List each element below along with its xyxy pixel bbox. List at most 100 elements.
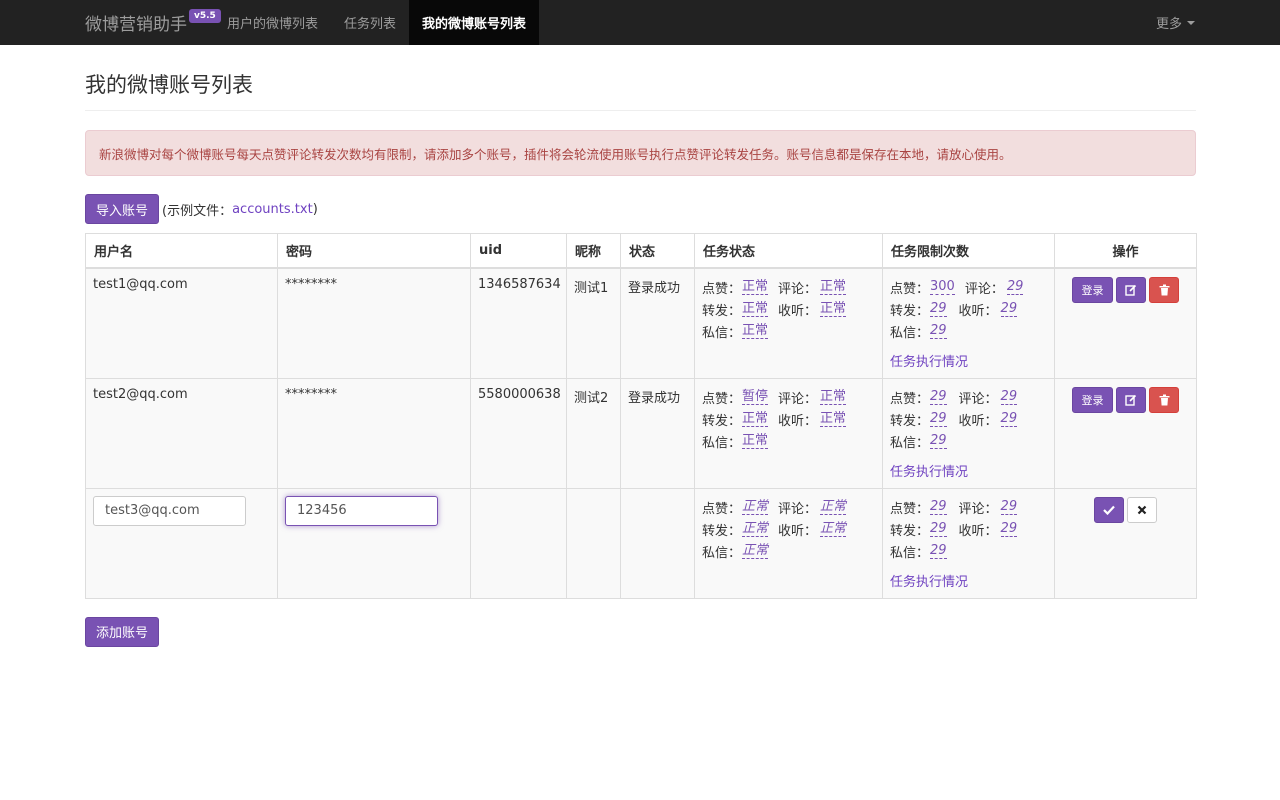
nav-item-task-list[interactable]: 任务列表 [331, 0, 409, 45]
nav-item-user-weibo-list[interactable]: 用户的微博列表 [214, 0, 331, 45]
listen-label: 收听： [778, 414, 818, 429]
message-status-value[interactable]: 正常 [742, 544, 769, 559]
limit-line: 转发： 29 收听： 29 [890, 299, 1047, 321]
limit-line: 私信： 29 [890, 541, 1047, 563]
listen-status-value[interactable]: 正常 [820, 302, 847, 317]
task-execution-link[interactable]: 任务执行情况 [890, 571, 1047, 590]
comment-limit-value[interactable]: 29 [1000, 390, 1018, 405]
cell-password: ******** [277, 267, 471, 379]
nav-item-my-accounts[interactable]: 我的微博账号列表 [409, 0, 540, 45]
like-limit-value[interactable]: 29 [930, 500, 947, 515]
nav-items: 用户的微博列表 任务列表 我的微博账号列表 [214, 0, 540, 45]
comment-label: 评论： [958, 392, 998, 407]
message-status-value[interactable]: 正常 [742, 324, 769, 339]
check-icon [1103, 505, 1115, 515]
example-suffix: ) [312, 201, 318, 217]
nav-more-label: 更多 [1155, 17, 1182, 32]
comment-limit-value[interactable]: 29 [1006, 280, 1024, 295]
comment-label: 评论： [958, 502, 998, 517]
listen-limit-value[interactable]: 29 [1000, 302, 1018, 317]
repost-label: 转发： [890, 414, 930, 429]
caret-down-icon [1187, 20, 1195, 25]
message-label: 私信： [890, 326, 930, 341]
like-status-value[interactable]: 正常 [742, 280, 769, 295]
navbar: 微博营销助手 v5.5 用户的微博列表 任务列表 我的微博账号列表 更多 [0, 0, 1280, 45]
cell-task-limits: 点赞： 29 评论： 29 转发： 29 收听： 29 私信： 29 任务执行情… [882, 377, 1055, 489]
import-accounts-button[interactable]: 导入账号 [85, 194, 160, 224]
brand-title[interactable]: 微博营销助手 [85, 10, 187, 35]
action-buttons: 登录 [1062, 276, 1189, 303]
cell-task-status: 点赞： 正常 评论： 正常 转发： 正常 收听： 正常 私信： 正常 [694, 487, 883, 599]
example-prefix: (示例文件： [162, 203, 233, 219]
listen-label: 收听： [778, 304, 818, 319]
comment-status-value[interactable]: 正常 [820, 390, 847, 405]
repost-status-value[interactable]: 正常 [742, 412, 769, 427]
listen-limit-value[interactable]: 29 [1000, 522, 1018, 537]
like-label: 点赞： [890, 392, 930, 407]
repost-limit-value[interactable]: 29 [930, 412, 947, 427]
task-status-line: 私信： 正常 [702, 321, 875, 343]
page-title: 我的微博账号列表 [85, 45, 1196, 111]
task-status-line: 点赞： 正常 评论： 正常 [702, 277, 875, 299]
comment-status-value[interactable]: 正常 [820, 500, 847, 515]
like-status-value[interactable]: 暂停 [742, 390, 769, 405]
action-buttons [1062, 496, 1189, 523]
comment-label: 评论： [964, 282, 1004, 297]
message-limit-value[interactable]: 29 [930, 434, 947, 449]
like-label: 点赞： [890, 282, 930, 297]
listen-status-value[interactable]: 正常 [820, 522, 847, 537]
message-limit-value[interactable]: 29 [930, 324, 947, 339]
brand[interactable]: 微博营销助手 v5.5 [85, 0, 221, 45]
cell-actions [1054, 487, 1197, 599]
confirm-button[interactable] [1094, 496, 1124, 523]
repost-label: 转发： [702, 524, 742, 539]
listen-label: 收听： [958, 414, 998, 429]
login-button[interactable]: 登录 [1072, 276, 1113, 303]
login-button[interactable]: 登录 [1072, 386, 1113, 413]
cancel-button[interactable] [1127, 496, 1157, 523]
message-limit-value[interactable]: 29 [930, 544, 947, 559]
add-account-button[interactable]: 添加账号 [85, 616, 160, 647]
password-input[interactable] [285, 495, 438, 526]
task-execution-link[interactable]: 任务执行情况 [890, 351, 1047, 370]
limit-line: 点赞： 29 评论： 29 [890, 497, 1047, 519]
like-limit-value[interactable]: 29 [930, 390, 947, 405]
comment-status-value[interactable]: 正常 [820, 280, 847, 295]
repost-label: 转发： [702, 414, 742, 429]
comment-limit-value[interactable]: 29 [1000, 500, 1018, 515]
trash-icon [1159, 394, 1169, 405]
edit-button[interactable] [1116, 276, 1146, 303]
example-file-link[interactable]: accounts.txt [232, 202, 313, 217]
like-status-value[interactable]: 正常 [742, 500, 769, 515]
repost-status-value[interactable]: 正常 [742, 522, 769, 537]
header-username: 用户名 [85, 233, 278, 269]
like-limit-value[interactable]: 300 [930, 280, 955, 295]
limit-line: 点赞： 29 评论： 29 [890, 387, 1047, 409]
delete-button[interactable] [1149, 276, 1179, 303]
task-execution-link[interactable]: 任务执行情况 [890, 461, 1047, 480]
message-status-value[interactable]: 正常 [742, 434, 769, 449]
repost-limit-value[interactable]: 29 [930, 522, 947, 537]
cell-task-limits: 点赞： 29 评论： 29 转发： 29 收听： 29 私信： 29 任务执行情… [882, 487, 1055, 599]
message-label: 私信： [702, 546, 742, 561]
task-status-line: 点赞： 暂停 评论： 正常 [702, 387, 875, 409]
delete-button[interactable] [1149, 386, 1179, 413]
add-row: 添加账号 [85, 616, 1196, 647]
message-label: 私信： [890, 436, 930, 451]
cell-task-status: 点赞： 暂停 评论： 正常 转发： 正常 收听： 正常 私信： 正常 [694, 377, 883, 489]
edit-button[interactable] [1116, 386, 1146, 413]
cell-actions: 登录 [1054, 377, 1197, 489]
listen-limit-value[interactable]: 29 [1000, 412, 1018, 427]
repost-status-value[interactable]: 正常 [742, 302, 769, 317]
header-task-limits: 任务限制次数 [882, 233, 1055, 269]
table-row: test2@qq.com ******** 5580000638 测试2 登录成… [85, 377, 1197, 489]
task-status-line: 私信： 正常 [702, 431, 875, 453]
listen-status-value[interactable]: 正常 [820, 412, 847, 427]
cell-task-status: 点赞： 正常 评论： 正常 转发： 正常 收听： 正常 私信： 正常 [694, 267, 883, 379]
header-actions: 操作 [1054, 233, 1197, 269]
repost-limit-value[interactable]: 29 [930, 302, 947, 317]
listen-label: 收听： [958, 304, 998, 319]
nav-more-dropdown[interactable]: 更多 [1156, 0, 1195, 45]
username-input[interactable] [93, 495, 246, 526]
limit-line: 转发： 29 收听： 29 [890, 409, 1047, 431]
